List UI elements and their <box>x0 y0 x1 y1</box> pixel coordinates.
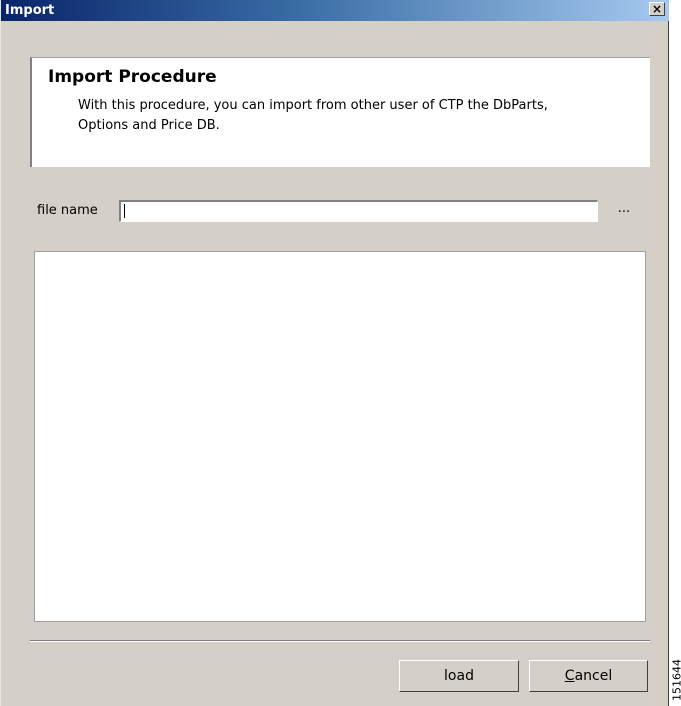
close-button[interactable]: × <box>649 2 665 16</box>
cancel-label-rest: ancel <box>574 668 613 684</box>
window-title: Import <box>5 3 55 18</box>
file-name-input[interactable] <box>119 200 598 222</box>
import-dialog: Import × Import Procedure With this proc… <box>0 0 669 706</box>
cancel-mnemonic: C <box>564 668 575 684</box>
cancel-button[interactable]: Cancel <box>529 660 648 692</box>
figure-number-text: 151644 <box>670 659 681 701</box>
load-button[interactable]: load <box>399 660 519 692</box>
close-icon: × <box>651 2 663 16</box>
footer-separator <box>30 640 650 642</box>
procedure-description: With this procedure, you can import from… <box>78 98 548 133</box>
figure-number: 151644 <box>670 654 681 706</box>
procedure-title: Import Procedure <box>48 67 217 87</box>
text-caret <box>124 204 125 218</box>
browse-button[interactable]: ... <box>613 200 635 222</box>
import-content-area[interactable] <box>34 251 646 622</box>
file-name-label: file name <box>37 203 98 218</box>
procedure-header-panel: Import Procedure With this procedure, yo… <box>30 57 650 167</box>
title-bar[interactable]: Import × <box>1 0 669 21</box>
